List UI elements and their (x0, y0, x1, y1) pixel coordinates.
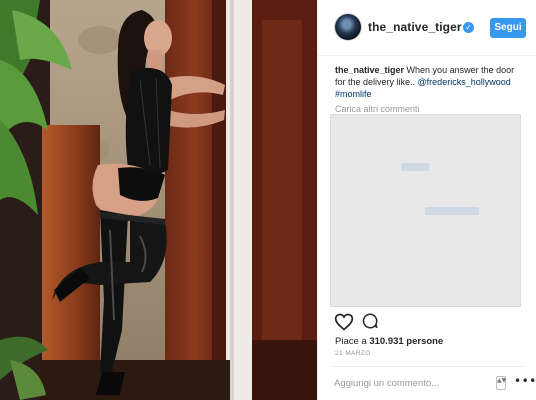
verified-badge-icon: ✓ (463, 22, 474, 33)
post-side-panel: the_native_tiger ✓ Segui the_native_tige… (317, 0, 536, 400)
blurred-text-block (401, 163, 429, 171)
blurred-text-block (425, 207, 479, 215)
avatar[interactable] (335, 14, 361, 40)
blurred-overlay-box (330, 114, 521, 307)
likes-number: 310.931 persone (369, 336, 444, 347)
more-options-button[interactable]: ••• (514, 375, 536, 387)
likes-prefix: Piace a (335, 336, 370, 347)
follow-button[interactable]: Segui (490, 18, 526, 38)
post-image-illustration (0, 0, 317, 400)
load-more-comments-link[interactable]: Carica altri commenti (335, 104, 420, 114)
post-actions (334, 312, 394, 332)
header-username[interactable]: the_native_tiger (368, 20, 462, 34)
caption-hashtag[interactable]: #momlife (335, 89, 372, 99)
speech-bubble-icon[interactable] (361, 312, 381, 332)
caption-mention[interactable]: @fredericks_hollywood (418, 77, 511, 87)
likes-count[interactable]: Piace a 310.931 persone (335, 336, 443, 347)
heart-icon[interactable] (334, 312, 354, 332)
post-caption: the_native_tiger When you answer the doo… (335, 64, 525, 100)
post-date: 21 MARZO (335, 350, 371, 357)
caption-username[interactable]: the_native_tiger (335, 65, 404, 75)
scroll-arrows-icon[interactable]: ▲▼ (496, 376, 506, 390)
post-header: the_native_tiger ✓ Segui (318, 0, 536, 56)
comment-input[interactable] (334, 375, 484, 391)
divider (330, 366, 525, 367)
post-photo[interactable] (0, 0, 317, 400)
